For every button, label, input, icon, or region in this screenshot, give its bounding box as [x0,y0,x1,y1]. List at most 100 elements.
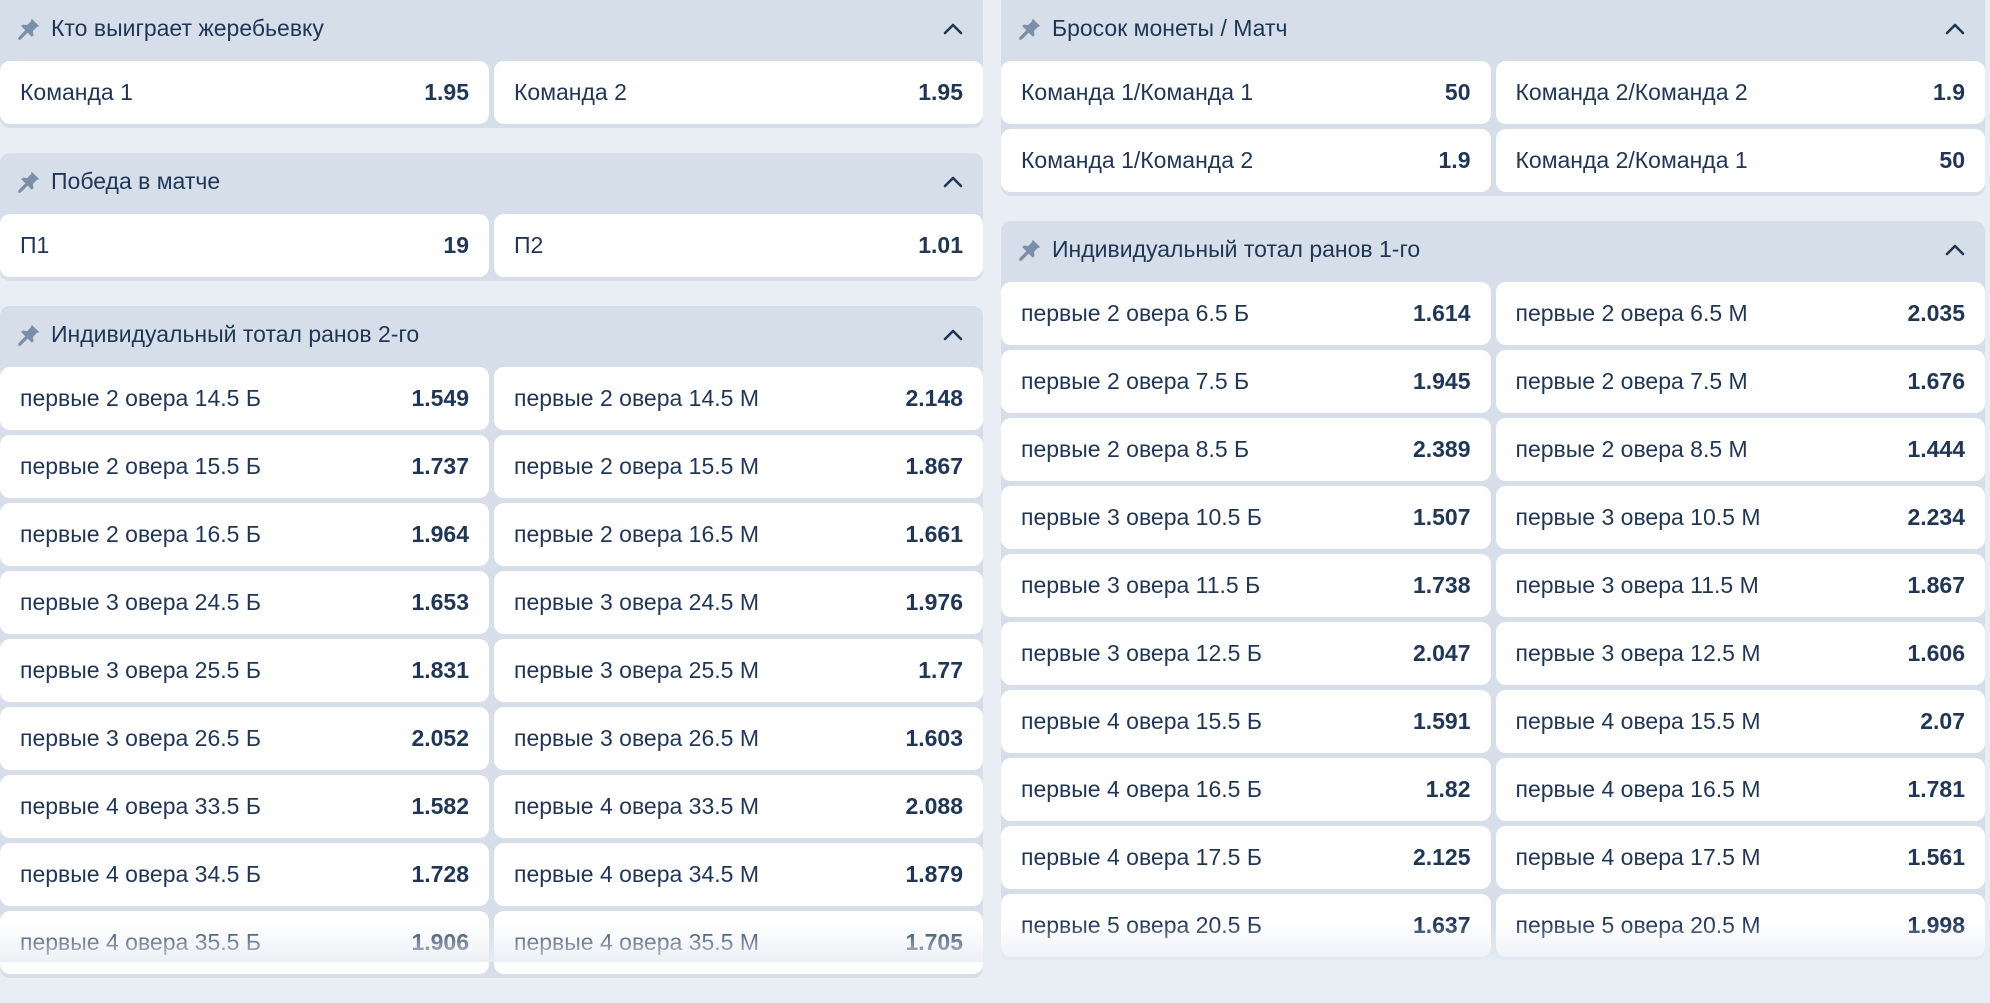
pin-icon[interactable] [1017,16,1043,42]
outcome-odd: 50 [1939,147,1965,173]
outcome-odd: 2.148 [905,385,963,411]
outcome-button[interactable]: Команда 1/Команда 2 1.9 [1001,129,1491,192]
outcome-button[interactable]: первые 3 овера 11.5 Б 1.738 [1001,554,1491,617]
outcome-odd: 1.9 [1933,79,1965,105]
outcome-button[interactable]: Команда 2/Команда 2 1.9 [1495,61,1985,124]
outcome-button[interactable]: первые 2 овера 14.5 Б 1.549 [0,367,489,430]
outcome-label: первые 3 овера 10.5 М [1515,504,1761,530]
outcome-button[interactable]: первые 4 овера 16.5 Б 1.82 [1001,758,1491,821]
betting-markets-page: Кто выиграет жеребьевку Команда 1 1.95 К… [0,0,1990,978]
outcome-label: первые 4 овера 35.5 М [514,929,759,955]
outcome-label: первые 3 овера 25.5 Б [20,657,261,683]
outcome-odd: 2.035 [1907,300,1965,326]
outcome-button[interactable]: первые 4 овера 17.5 М 1.561 [1495,826,1985,889]
market-header[interactable]: Индивидуальный тотал ранов 2-го [0,306,983,363]
outcome-button[interactable]: первые 3 овера 26.5 Б 2.052 [0,707,489,770]
chevron-up-icon[interactable] [1943,17,1967,41]
outcome-button[interactable]: первые 3 овера 26.5 М 1.603 [494,707,983,770]
outcome-button[interactable]: первые 4 овера 34.5 М 1.879 [494,843,983,906]
markets-column-left: Кто выиграет жеребьевку Команда 1 1.95 К… [0,0,983,1003]
outcome-button[interactable]: первые 4 овера 35.5 Б 1.906 [0,911,489,974]
outcome-label: первые 4 овера 34.5 Б [20,861,261,887]
market-title: Индивидуальный тотал ранов 1-го [1052,236,1421,262]
market-title: Индивидуальный тотал ранов 2-го [51,321,420,347]
market-header[interactable]: Победа в матче [0,153,983,210]
outcome-label: первые 4 овера 15.5 М [1515,708,1761,734]
pin-icon[interactable] [16,16,42,42]
outcome-odd: 50 [1444,79,1471,105]
outcome-button[interactable]: первые 3 овера 25.5 М 1.77 [494,639,983,702]
outcome-button[interactable]: Команда 2/Команда 1 50 [1495,129,1985,192]
outcome-odd: 1.867 [905,453,963,479]
outcome-button[interactable]: первые 4 овера 15.5 Б 1.591 [1001,690,1491,753]
market-title: Кто выиграет жеребьевку [51,15,324,41]
outcome-odd: 1.705 [905,929,963,955]
outcome-button[interactable]: первые 2 овера 7.5 М 1.676 [1495,350,1985,413]
outcome-button[interactable]: первые 2 овера 14.5 М 2.148 [494,367,983,430]
outcome-label: первые 3 овера 12.5 Б [1021,640,1262,666]
outcome-button[interactable]: первые 2 овера 15.5 Б 1.737 [0,435,489,498]
outcome-button[interactable]: Команда 1/Команда 1 50 [1001,61,1491,124]
outcome-odd: 1.614 [1412,300,1471,326]
outcome-button[interactable]: первые 2 овера 8.5 Б 2.389 [1001,418,1491,481]
outcome-odd: 1.781 [1907,776,1965,802]
chevron-up-icon[interactable] [1943,238,1967,262]
outcome-odd: 1.637 [1412,912,1471,938]
outcome-button[interactable]: первые 2 овера 16.5 Б 1.964 [0,503,489,566]
pin-icon[interactable] [1017,237,1043,263]
outcome-label: первые 4 овера 34.5 М [514,861,759,887]
outcome-odd: 1.998 [1907,912,1965,938]
outcome-button[interactable]: первые 3 овера 12.5 Б 2.047 [1001,622,1491,685]
outcome-label: первые 4 овера 33.5 Б [20,793,261,819]
outcome-button[interactable]: первые 5 овера 20.5 Б 1.637 [1001,894,1491,957]
outcome-label: Команда 2/Команда 1 [1515,147,1748,173]
pin-icon[interactable] [16,169,42,195]
outcome-button[interactable]: первые 2 овера 15.5 М 1.867 [494,435,983,498]
outcome-button[interactable]: первые 2 овера 16.5 М 1.661 [494,503,983,566]
outcome-button[interactable]: Команда 2 1.95 [494,61,983,124]
outcome-button[interactable]: первые 3 овера 10.5 Б 1.507 [1001,486,1491,549]
outcome-odd: 1.661 [905,521,963,547]
outcome-button[interactable]: первые 2 овера 7.5 Б 1.945 [1001,350,1491,413]
outcome-odd: 1.867 [1907,572,1965,598]
outcome-button[interactable]: первые 2 овера 6.5 М 2.035 [1495,282,1985,345]
outcome-button[interactable]: первые 3 овера 25.5 Б 1.831 [0,639,489,702]
outcome-button[interactable]: П1 19 [0,214,489,277]
outcomes-grid: Команда 1 1.95 Команда 2 1.95 [0,57,983,128]
outcome-button[interactable]: первые 3 овера 11.5 М 1.867 [1495,554,1985,617]
outcome-button[interactable]: первые 4 овера 34.5 Б 1.728 [0,843,489,906]
outcome-button[interactable]: первые 4 овера 33.5 Б 1.582 [0,775,489,838]
outcome-button[interactable]: первые 3 овера 24.5 М 1.976 [494,571,983,634]
outcome-button[interactable]: первые 4 овера 17.5 Б 2.125 [1001,826,1491,889]
outcome-odd: 1.507 [1412,504,1471,530]
outcome-button[interactable]: первые 3 овера 10.5 М 2.234 [1495,486,1985,549]
outcome-odd: 2.234 [1907,504,1965,530]
outcome-odd: 1.603 [905,725,963,751]
outcome-button[interactable]: первые 4 овера 16.5 М 1.781 [1495,758,1985,821]
outcome-button[interactable]: первые 2 овера 6.5 Б 1.614 [1001,282,1491,345]
chevron-up-icon[interactable] [941,323,965,347]
outcome-button[interactable]: Команда 1 1.95 [0,61,489,124]
outcome-button[interactable]: первые 4 овера 15.5 М 2.07 [1495,690,1985,753]
outcome-button[interactable]: первые 2 овера 8.5 М 1.444 [1495,418,1985,481]
pin-icon[interactable] [16,322,42,348]
outcome-button[interactable]: первые 3 овера 12.5 М 1.606 [1495,622,1985,685]
outcome-label: первые 4 овера 17.5 Б [1021,844,1262,870]
outcome-label: первые 2 овера 8.5 М [1515,436,1748,462]
outcome-button[interactable]: П2 1.01 [494,214,983,277]
outcome-odd: 2.088 [905,793,963,819]
market-header[interactable]: Кто выиграет жеребьевку [0,0,983,57]
market-header[interactable]: Бросок монеты / Матч [1001,0,1985,57]
outcome-odd: 1.976 [905,589,963,615]
outcome-button[interactable]: первые 4 овера 35.5 М 1.705 [494,911,983,974]
outcome-button[interactable]: первые 5 овера 20.5 М 1.998 [1495,894,1985,957]
outcome-odd: 1.82 [1425,776,1471,802]
chevron-up-icon[interactable] [941,17,965,41]
outcome-button[interactable]: первые 4 овера 33.5 М 2.088 [494,775,983,838]
outcome-odd: 1.879 [905,861,963,887]
outcome-button[interactable]: первые 3 овера 24.5 Б 1.653 [0,571,489,634]
outcome-odd: 2.047 [1412,640,1471,666]
chevron-up-icon[interactable] [941,170,965,194]
market-title: Победа в матче [51,168,221,194]
market-header[interactable]: Индивидуальный тотал ранов 1-го [1001,221,1985,278]
